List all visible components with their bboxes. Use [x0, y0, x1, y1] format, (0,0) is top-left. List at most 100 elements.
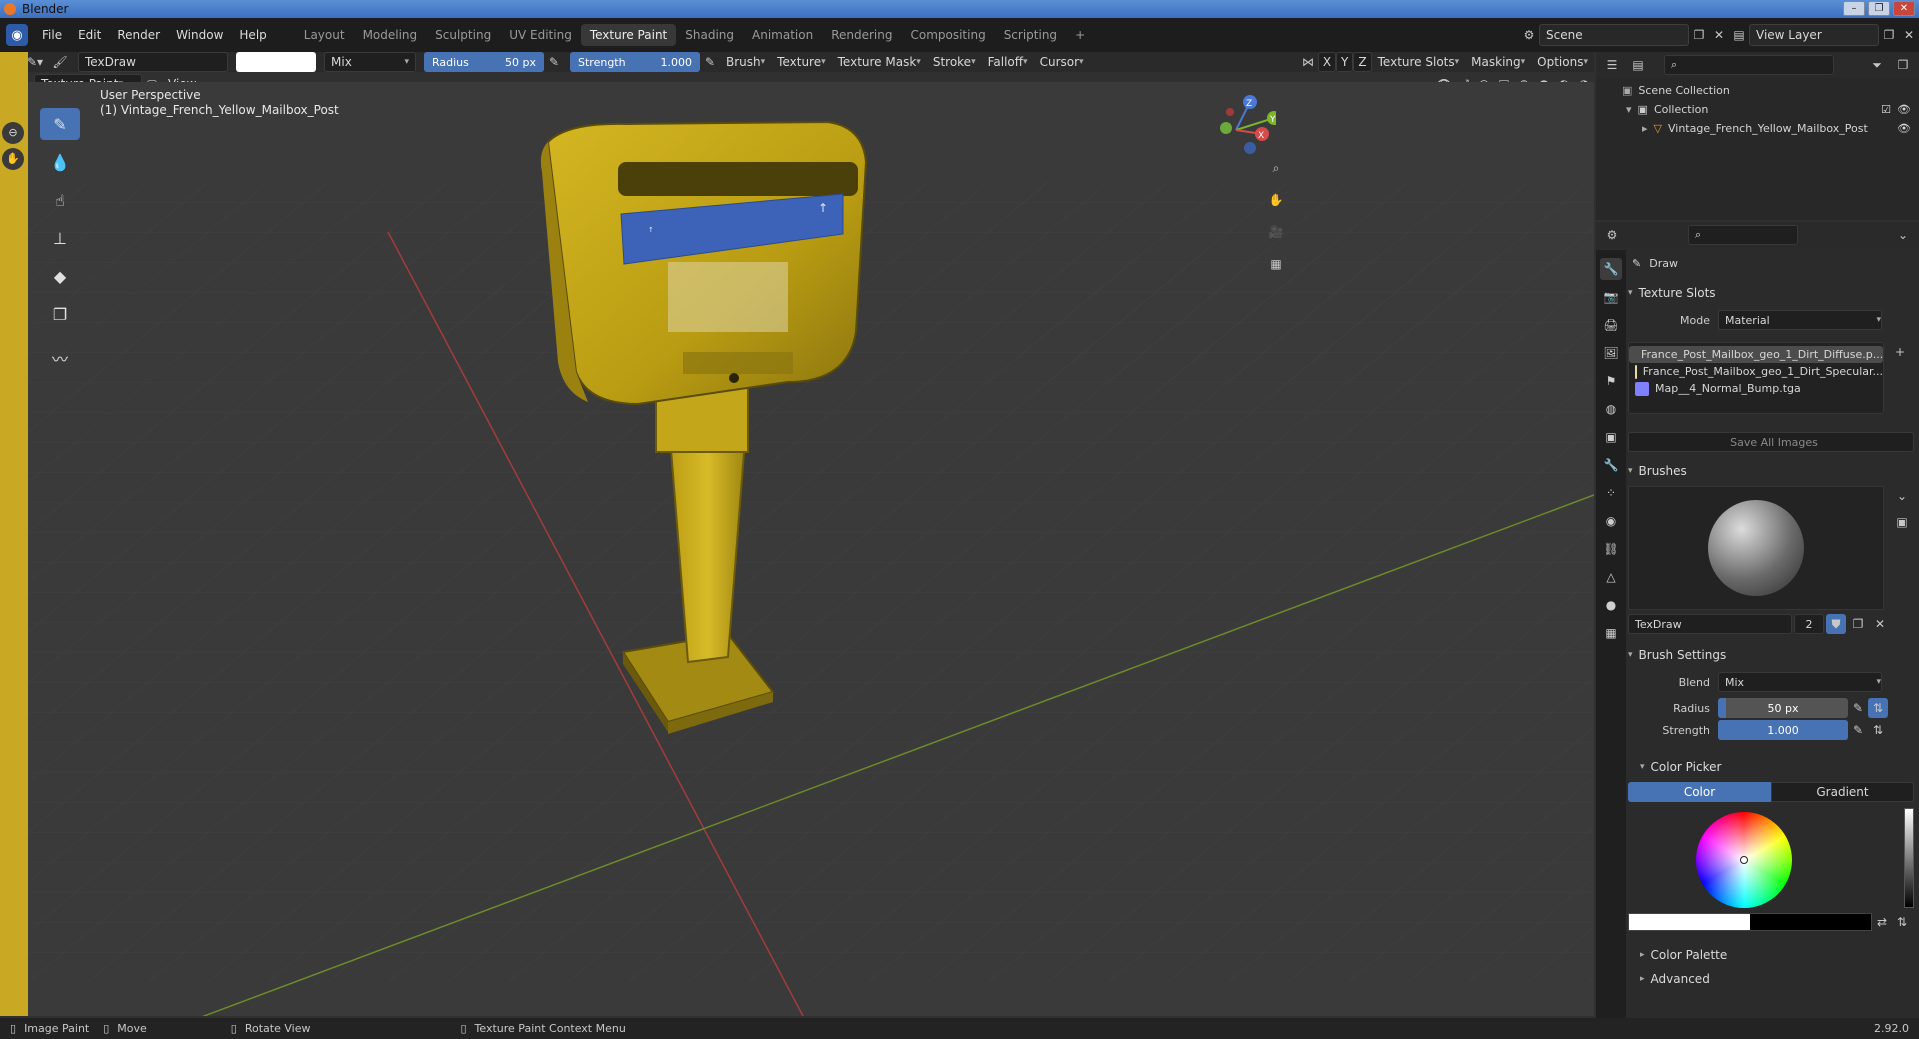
- delete-view-layer-icon[interactable]: ✕: [1899, 25, 1919, 45]
- close-button[interactable]: ✕: [1893, 1, 1915, 16]
- add-workspace-icon[interactable]: +: [1066, 24, 1094, 46]
- unlink-brush-icon[interactable]: ✕: [1870, 614, 1890, 634]
- menu-render[interactable]: Render: [109, 28, 168, 42]
- symmetry-z-toggle[interactable]: Z: [1353, 52, 1372, 72]
- soften-tool-icon[interactable]: 💧: [40, 146, 80, 178]
- properties-search[interactable]: ⌕: [1688, 225, 1798, 245]
- view-layer-selector[interactable]: View Layer: [1749, 24, 1879, 46]
- collection-checkbox[interactable]: ☑: [1881, 103, 1891, 116]
- menu-options[interactable]: Options: [1531, 52, 1594, 72]
- new-scene-icon[interactable]: ❐: [1689, 25, 1709, 45]
- menu-brush[interactable]: Brush: [720, 52, 771, 72]
- brush-image-icon[interactable]: ▣: [1892, 512, 1912, 532]
- radius-slider[interactable]: Radius 50 px: [424, 52, 544, 72]
- color-wheel[interactable]: [1696, 812, 1792, 908]
- brush-name-field[interactable]: TexDraw: [1628, 614, 1792, 634]
- radius-slider[interactable]: 50 px: [1718, 698, 1848, 718]
- strength-pressure-icon[interactable]: ✎: [700, 52, 720, 72]
- clone-tool-icon[interactable]: ⊥: [40, 222, 80, 254]
- strength-slider[interactable]: 1.000: [1718, 720, 1848, 740]
- gradient-tab[interactable]: Gradient: [1771, 782, 1914, 802]
- filter-icon[interactable]: ⏷: [1867, 55, 1887, 75]
- tab-texture-paint[interactable]: Texture Paint: [580, 24, 677, 46]
- pan-view-icon[interactable]: ✋: [1264, 188, 1288, 212]
- menu-texture[interactable]: Texture: [771, 52, 831, 72]
- radius-pressure-icon[interactable]: ✎: [544, 52, 564, 72]
- zoom-view-icon[interactable]: ⌕: [1264, 156, 1288, 180]
- tab-material-icon[interactable]: ●: [1600, 594, 1622, 616]
- maximize-button[interactable]: ❐: [1868, 1, 1890, 16]
- fill-tool-icon[interactable]: ◆: [40, 260, 80, 292]
- tab-modifiers-icon[interactable]: 🔧: [1600, 454, 1622, 476]
- texture-slot-item[interactable]: France_Post_Mailbox_geo_1_Dirt_Specular.…: [1629, 363, 1883, 380]
- menu-texture-slots[interactable]: Texture Slots: [1372, 52, 1466, 72]
- scene-selector[interactable]: Scene: [1539, 24, 1689, 46]
- duplicate-brush-icon[interactable]: ❐: [1848, 614, 1868, 634]
- object-visibility-icon[interactable]: 👁: [1897, 122, 1911, 135]
- strength-pressure-icon[interactable]: ✎: [1848, 720, 1868, 740]
- tab-sculpting[interactable]: Sculpting: [426, 24, 500, 46]
- tab-constraints-icon[interactable]: ⛓: [1600, 538, 1622, 560]
- fake-user-icon[interactable]: ⛊: [1826, 614, 1846, 634]
- pan-icon[interactable]: ✋: [2, 148, 24, 170]
- display-mode-icon[interactable]: ▤: [1628, 55, 1648, 75]
- tab-modeling[interactable]: Modeling: [354, 24, 427, 46]
- color-wheel-cursor[interactable]: [1740, 856, 1748, 864]
- save-all-images-button[interactable]: Save All Images: [1628, 432, 1914, 452]
- tab-compositing[interactable]: Compositing: [901, 24, 994, 46]
- tab-view-layer-icon[interactable]: 🖼: [1600, 342, 1622, 364]
- menu-falloff[interactable]: Falloff: [982, 52, 1034, 72]
- tab-tool-icon[interactable]: 🔧: [1600, 258, 1622, 280]
- texture-slots-header[interactable]: Texture Slots: [1628, 286, 1914, 300]
- outliner-search[interactable]: ⌕: [1664, 55, 1834, 75]
- scene-icon[interactable]: ⚙: [1519, 25, 1539, 45]
- menu-masking[interactable]: Masking: [1465, 52, 1531, 72]
- new-collection-icon[interactable]: ❐: [1893, 55, 1913, 75]
- tab-uv-editing[interactable]: UV Editing: [500, 24, 581, 46]
- zoom-icon[interactable]: ⊖: [2, 122, 24, 144]
- new-view-layer-icon[interactable]: ❐: [1879, 25, 1899, 45]
- minimize-button[interactable]: –: [1843, 1, 1865, 16]
- color-swatches[interactable]: [1628, 913, 1872, 931]
- symmetry-x-toggle[interactable]: X: [1317, 52, 1337, 72]
- menu-file[interactable]: File: [34, 28, 70, 42]
- menu-window[interactable]: Window: [168, 28, 231, 42]
- strength-slider[interactable]: Strength 1.000: [570, 52, 700, 72]
- tab-render-icon[interactable]: 📷: [1600, 286, 1622, 308]
- camera-view-icon[interactable]: 🎥: [1264, 220, 1288, 244]
- tab-world-icon[interactable]: ◍: [1600, 398, 1622, 420]
- smear-tool-icon[interactable]: ☝: [40, 184, 80, 216]
- tab-physics-icon[interactable]: ◉: [1600, 510, 1622, 532]
- color-unified-icon[interactable]: ⇅: [1892, 912, 1912, 932]
- menu-cursor[interactable]: Cursor: [1034, 52, 1090, 72]
- tab-scene-icon[interactable]: ⚑: [1600, 370, 1622, 392]
- properties-options-icon[interactable]: ⌄: [1893, 225, 1913, 245]
- tab-rendering[interactable]: Rendering: [822, 24, 901, 46]
- menu-edit[interactable]: Edit: [70, 28, 109, 42]
- brush-color-swatch[interactable]: [236, 52, 316, 72]
- brush-name-field[interactable]: TexDraw: [78, 52, 228, 72]
- outliner-scene-collection[interactable]: ▣ Scene Collection: [1622, 82, 1919, 98]
- delete-scene-icon[interactable]: ✕: [1709, 25, 1729, 45]
- tab-shading[interactable]: Shading: [676, 24, 743, 46]
- brush-settings-header[interactable]: Brush Settings: [1628, 648, 1914, 662]
- blend-mode-select[interactable]: Mix: [324, 52, 416, 72]
- tab-object-icon[interactable]: ▣: [1600, 426, 1622, 448]
- texture-slot-item[interactable]: France_Post_Mailbox_geo_1_Dirt_Diffuse.p…: [1629, 346, 1883, 363]
- view-layer-icon[interactable]: ▤: [1729, 25, 1749, 45]
- tab-layout[interactable]: Layout: [295, 24, 354, 46]
- blender-menu-icon[interactable]: ◉: [6, 24, 28, 46]
- radius-unified-icon[interactable]: ⇅: [1868, 698, 1888, 718]
- texture-slot-item[interactable]: Map__4_Normal_Bump.tga: [1629, 380, 1883, 397]
- texture-slot-list[interactable]: France_Post_Mailbox_geo_1_Dirt_Diffuse.p…: [1628, 342, 1884, 414]
- properties-editor-icon[interactable]: ⚙: [1602, 225, 1622, 245]
- brush-icon[interactable]: 🖌: [50, 52, 70, 72]
- color-palette-header[interactable]: Color Palette: [1628, 948, 1914, 962]
- tab-texture-icon[interactable]: ▦: [1600, 622, 1622, 644]
- tab-particles-icon[interactable]: ⁘: [1600, 482, 1622, 504]
- outliner-object[interactable]: ▸ ▽ Vintage_French_Yellow_Mailbox_Post 👁: [1622, 120, 1919, 136]
- draw-tool-icon[interactable]: ✎: [40, 108, 80, 140]
- menu-texture-mask[interactable]: Texture Mask: [832, 52, 927, 72]
- color-picker-header[interactable]: Color Picker: [1628, 760, 1914, 774]
- 3d-viewport[interactable]: ↑ ↑ User Perspective (1) Vintage_French_…: [28, 82, 1594, 1016]
